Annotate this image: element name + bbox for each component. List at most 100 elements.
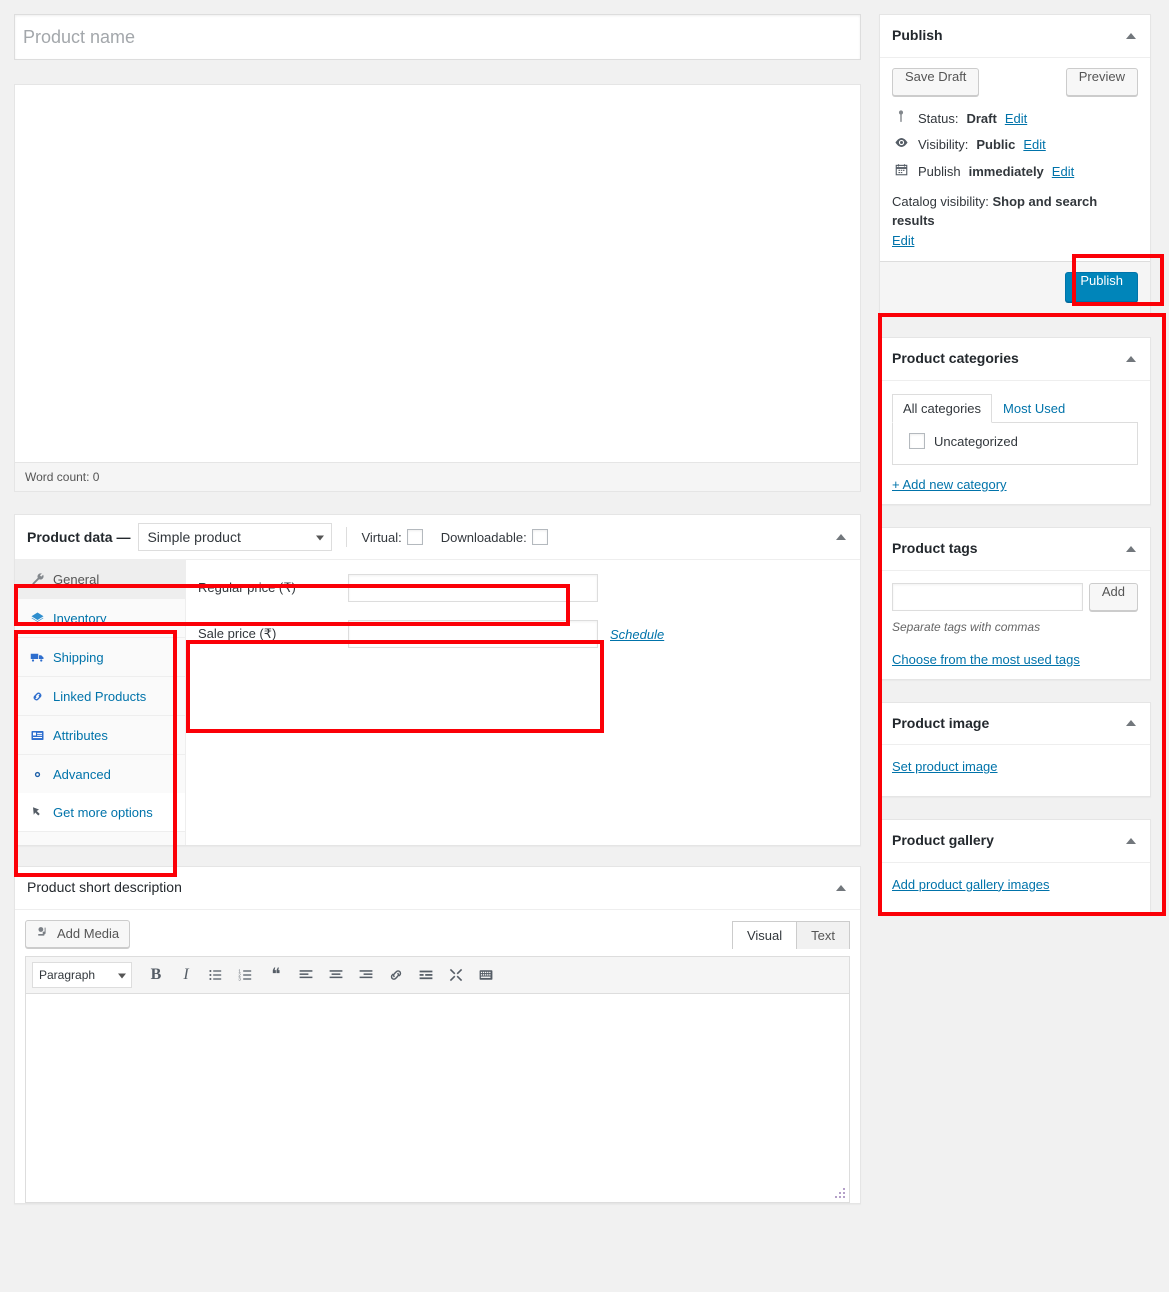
tab-inventory[interactable]: Inventory [15, 599, 185, 638]
product-categories-header: Product categories [880, 338, 1150, 381]
align-left-icon[interactable] [292, 962, 320, 988]
italic-icon[interactable]: I [172, 962, 200, 988]
calendar-icon [892, 162, 910, 177]
edit-publish-time-link[interactable]: Edit [1052, 162, 1074, 183]
truck-icon [29, 649, 45, 665]
plugin-icon [29, 804, 45, 820]
product-short-description-panel: Product short description Add Media Visu… [14, 866, 861, 1204]
tab-label: Inventory [53, 611, 106, 626]
sale-price-input[interactable] [348, 620, 598, 648]
sidebar-column: Publish Save Draft Preview Status: Draft… [879, 14, 1151, 1278]
numbered-list-icon[interactable]: 123 [232, 962, 260, 988]
paragraph-format-select[interactable]: Paragraph [32, 962, 132, 988]
edit-visibility-link[interactable]: Edit [1023, 135, 1045, 156]
bold-icon[interactable]: B [142, 962, 170, 988]
visibility-prefix: Visibility: [918, 135, 968, 156]
tab-advanced[interactable]: Advanced [15, 755, 185, 793]
product-gallery-heading: Product gallery [892, 831, 994, 851]
tab-most-used[interactable]: Most Used [992, 394, 1076, 423]
read-more-icon[interactable] [412, 962, 440, 988]
product-tags-panel: Product tags Add Separate tags with comm… [879, 527, 1151, 680]
tab-label: Get more options [53, 805, 153, 820]
eye-icon [892, 135, 910, 150]
publish-button[interactable]: Publish [1065, 272, 1138, 302]
product-categories-body: All categories Most Used Uncategorized +… [880, 381, 1150, 504]
collapse-toggle-icon[interactable] [1126, 546, 1136, 552]
collapse-toggle-icon[interactable] [1126, 356, 1136, 362]
editor-top-row: Add Media Visual Text [15, 910, 860, 948]
category-item-uncategorized[interactable]: Uncategorized [903, 433, 1127, 449]
product-image-panel: Product image Set product image [879, 702, 1151, 798]
regular-price-input[interactable] [348, 574, 598, 602]
resize-handle-icon[interactable] [833, 1186, 847, 1200]
list-view-icon [29, 727, 45, 743]
publish-heading: Publish [892, 26, 943, 46]
product-type-select-wrap: Simple product [138, 523, 332, 551]
sale-price-label: Sale price (₹) [198, 626, 348, 642]
product-categories-panel: Product categories All categories Most U… [879, 337, 1151, 505]
tab-label: Linked Products [53, 689, 146, 704]
tab-text[interactable]: Text [796, 921, 850, 949]
product-categories-heading: Product categories [892, 349, 1019, 369]
publish-meta-list: Status: Draft Edit Visibility: Public Ed… [880, 106, 1150, 262]
wrench-icon [29, 571, 45, 587]
set-product-image-link[interactable]: Set product image [892, 759, 998, 774]
short-description-textarea[interactable] [25, 994, 850, 1203]
virtual-label: Virtual: [361, 530, 401, 545]
downloadable-checkbox[interactable] [532, 529, 548, 545]
admin-page: Word count: 0 Product data — Simple prod… [0, 0, 1169, 1292]
regular-price-label: Regular price (₹) [198, 580, 348, 596]
add-product-gallery-images-link[interactable]: Add product gallery images [892, 877, 1050, 892]
general-panel: Regular price (₹) Sale price (₹) Schedul… [186, 560, 860, 845]
word-count-label: Word count: 0 [15, 462, 860, 491]
insert-link-icon[interactable] [382, 962, 410, 988]
category-checkbox[interactable] [909, 433, 925, 449]
description-textarea[interactable] [15, 85, 860, 462]
publish-button-bar: Publish [880, 261, 1150, 314]
schedule-sale-link[interactable]: Schedule [610, 627, 664, 642]
product-gallery-panel: Product gallery Add product gallery imag… [879, 819, 1151, 915]
collapse-toggle-icon[interactable] [1126, 720, 1136, 726]
toolbar-toggle-icon[interactable] [472, 962, 500, 988]
publish-time-prefix: Publish [918, 162, 961, 183]
tag-input[interactable] [892, 583, 1083, 611]
preview-button[interactable]: Preview [1066, 68, 1138, 96]
tab-general[interactable]: General [15, 560, 185, 599]
choose-most-used-tags-link[interactable]: Choose from the most used tags [892, 652, 1138, 667]
collapse-toggle-icon[interactable] [836, 885, 846, 891]
add-media-button[interactable]: Add Media [25, 920, 130, 948]
add-new-category-link[interactable]: + Add new category [892, 477, 1138, 492]
product-title-input[interactable] [14, 14, 861, 60]
collapse-toggle-icon[interactable] [836, 534, 846, 540]
collapse-toggle-icon[interactable] [1126, 33, 1136, 39]
bulleted-list-icon[interactable] [202, 962, 230, 988]
tab-get-more-options[interactable]: Get more options [15, 793, 185, 832]
tab-all-categories[interactable]: All categories [892, 394, 992, 423]
align-center-icon[interactable] [322, 962, 350, 988]
fullscreen-icon[interactable] [442, 962, 470, 988]
edit-catalog-visibility-link[interactable]: Edit [892, 233, 914, 248]
tab-shipping[interactable]: Shipping [15, 638, 185, 677]
category-label: Uncategorized [934, 434, 1018, 449]
tab-visual[interactable]: Visual [732, 921, 797, 949]
add-tag-button[interactable]: Add [1089, 583, 1138, 611]
tab-attributes[interactable]: Attributes [15, 716, 185, 755]
product-type-select[interactable]: Simple product [138, 523, 332, 551]
divider [346, 527, 347, 547]
align-right-icon[interactable] [352, 962, 380, 988]
product-image-body: Set product image [880, 745, 1150, 796]
downloadable-label: Downloadable: [441, 530, 527, 545]
tab-label: Shipping [53, 650, 104, 665]
publish-panel: Publish Save Draft Preview Status: Draft… [879, 14, 1151, 315]
catalog-visibility-row: Catalog visibility: Shop and search resu… [892, 186, 1138, 254]
regular-price-row: Regular price (₹) [186, 574, 860, 602]
tab-label: Advanced [53, 767, 111, 782]
virtual-checkbox[interactable] [407, 529, 423, 545]
collapse-toggle-icon[interactable] [1126, 838, 1136, 844]
edit-status-link[interactable]: Edit [1005, 109, 1027, 130]
paragraph-format-select-wrap: Paragraph [32, 962, 140, 988]
tab-linked-products[interactable]: Linked Products [15, 677, 185, 716]
publish-time-value: immediately [969, 162, 1044, 183]
save-draft-button[interactable]: Save Draft [892, 68, 979, 96]
blockquote-icon[interactable]: ❝ [262, 962, 290, 988]
